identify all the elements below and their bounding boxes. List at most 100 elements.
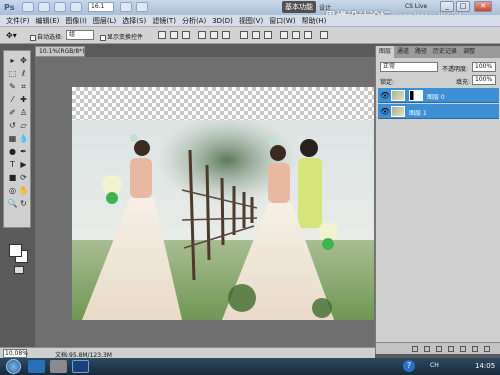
crop-tool-icon[interactable]: ⌗ [18,82,29,92]
close-button[interactable]: ✕ [474,1,492,12]
show-transform-checkbox[interactable] [100,34,106,41]
dodge-tool-icon[interactable]: ● [7,147,18,157]
minibridge-icon[interactable] [38,2,50,12]
menu-file[interactable]: 文件(F) [3,15,33,26]
rotate-view-tool-icon[interactable]: ↻ [18,199,29,209]
show-transform-option[interactable]: 显示变换控件 [100,32,143,41]
hand-tool-icon[interactable] [54,2,66,12]
workspace-button[interactable]: 基本功能 [282,1,316,13]
tab-layers[interactable]: 图层 [376,46,395,58]
eyedropper-tool-icon[interactable]: ⁄ [7,95,18,105]
zoom-level-select[interactable]: 16.1 [88,2,114,12]
menu-filter[interactable]: 滤镜(T) [149,15,179,26]
layer-row[interactable]: 👁 图层 1 [378,104,499,119]
menu-edit[interactable]: 编辑(E) [33,15,63,26]
arrange-documents-icon[interactable] [120,2,132,12]
hand-tool-icon[interactable]: ✋ [18,186,29,196]
brush-tool-icon[interactable]: ✐ [7,108,18,118]
delete-layer-icon[interactable] [484,346,490,352]
3d-rotate-tool-icon[interactable]: ⟳ [18,173,29,183]
help-icon[interactable]: ? [403,360,415,372]
align-hcenter-icon[interactable] [210,31,218,39]
auto-select-option[interactable]: 自动选择: [30,32,63,41]
foreground-color-swatch[interactable] [9,244,22,257]
clone-stamp-tool-icon[interactable]: ♙ [18,108,29,118]
photoshop-taskbar-icon[interactable] [72,360,89,373]
lasso-tool-icon[interactable]: ℓ [18,69,29,79]
tab-adjustments[interactable]: 调整 [460,46,478,58]
media-player-icon[interactable] [50,360,67,373]
shape-tool-icon[interactable]: ■ [7,173,18,183]
auto-select-checkbox[interactable] [30,34,36,41]
type-tool-icon[interactable]: T [7,160,18,170]
menu-view[interactable]: 视图(V) [236,15,266,26]
history-brush-tool-icon[interactable]: ↺ [7,121,18,131]
screen-mode-icon[interactable] [136,2,148,12]
gradient-tool-icon[interactable]: ▦ [7,134,18,144]
link-layers-icon[interactable] [412,346,418,352]
align-right-icon[interactable] [222,31,230,39]
bridge-icon[interactable] [22,2,34,12]
clock[interactable]: 14:05 [475,362,495,370]
menu-3d[interactable]: 3D(D) [209,15,236,26]
menu-help[interactable]: 帮助(H) [299,15,330,26]
blur-tool-icon[interactable]: 💧 [18,134,29,144]
menu-select[interactable]: 选择(S) [119,15,149,26]
document-window [35,57,375,347]
minimize-button[interactable]: _ [440,1,454,12]
distribute-bottom-icon[interactable] [264,31,272,39]
explorer-icon[interactable] [28,360,45,373]
canvas[interactable] [72,87,374,320]
adjustment-layer-icon[interactable] [448,346,454,352]
auto-align-icon[interactable] [320,31,328,39]
layer-mask-thumbnail[interactable] [409,90,423,101]
start-button[interactable] [6,359,21,374]
fill-field[interactable]: 100% [472,75,496,85]
3d-orbit-tool-icon[interactable]: ◎ [7,186,18,196]
input-method-indicator[interactable]: CH [430,362,439,369]
new-layer-icon[interactable] [472,346,478,352]
cs-live-button[interactable]: CS Live [405,3,427,10]
menu-window[interactable]: 窗口(W) [266,15,298,26]
distribute-hcenter-icon[interactable] [292,31,300,39]
document-tab[interactable]: 10.1%(RGB/8*) [35,46,85,57]
blend-mode-select[interactable]: 正常 [380,62,438,72]
tab-history[interactable]: 历史记录 [430,46,460,58]
distribute-right-icon[interactable] [304,31,312,39]
tab-channels[interactable]: 通道 [394,46,412,58]
zoom-tool-icon[interactable] [70,2,82,12]
quick-mask-icon[interactable] [14,266,24,274]
tab-paths[interactable]: 路径 [412,46,430,58]
distribute-left-icon[interactable] [280,31,288,39]
align-vcenter-icon[interactable] [170,31,178,39]
auto-select-target-select[interactable]: 组 [66,30,94,40]
move-selection-icon[interactable]: ✥ [18,56,29,66]
new-group-icon[interactable] [460,346,466,352]
healing-brush-tool-icon[interactable]: ✚ [18,95,29,105]
maximize-button[interactable]: □ [456,1,470,12]
pen-tool-icon[interactable]: ✒ [18,147,29,157]
zoom-tool-icon[interactable]: 🔍 [7,199,18,209]
move-tool-icon[interactable]: ▸ [7,56,18,66]
distribute-top-icon[interactable] [240,31,248,39]
layer-row[interactable]: 👁 图层 0 [378,88,499,103]
opacity-field[interactable]: 100% [472,62,496,72]
distribute-vcenter-icon[interactable] [252,31,260,39]
menu-layer[interactable]: 图层(L) [90,15,119,26]
align-bottom-icon[interactable] [182,31,190,39]
visibility-eye-icon[interactable]: 👁 [380,107,390,116]
menu-bar: 文件(F) 编辑(E) 图像(I) 图层(L) 选择(S) 滤镜(T) 分析(A… [0,15,500,27]
menu-image[interactable]: 图像(I) [62,15,90,26]
visibility-eye-icon[interactable]: 👁 [380,91,390,100]
quick-select-tool-icon[interactable]: ✎ [7,82,18,92]
layer-style-icon[interactable] [424,346,430,352]
marquee-tool-icon[interactable]: ⬚ [7,69,18,79]
align-top-icon[interactable] [158,31,166,39]
add-mask-icon[interactable] [436,346,442,352]
move-tool-icon[interactable]: ✥▾ [6,31,17,40]
path-selection-tool-icon[interactable]: ▶ [18,160,29,170]
menu-analysis[interactable]: 分析(A) [179,15,209,26]
eraser-tool-icon[interactable]: ▱ [18,121,29,131]
align-left-icon[interactable] [198,31,206,39]
zoom-field[interactable]: 10.08% [3,349,28,358]
